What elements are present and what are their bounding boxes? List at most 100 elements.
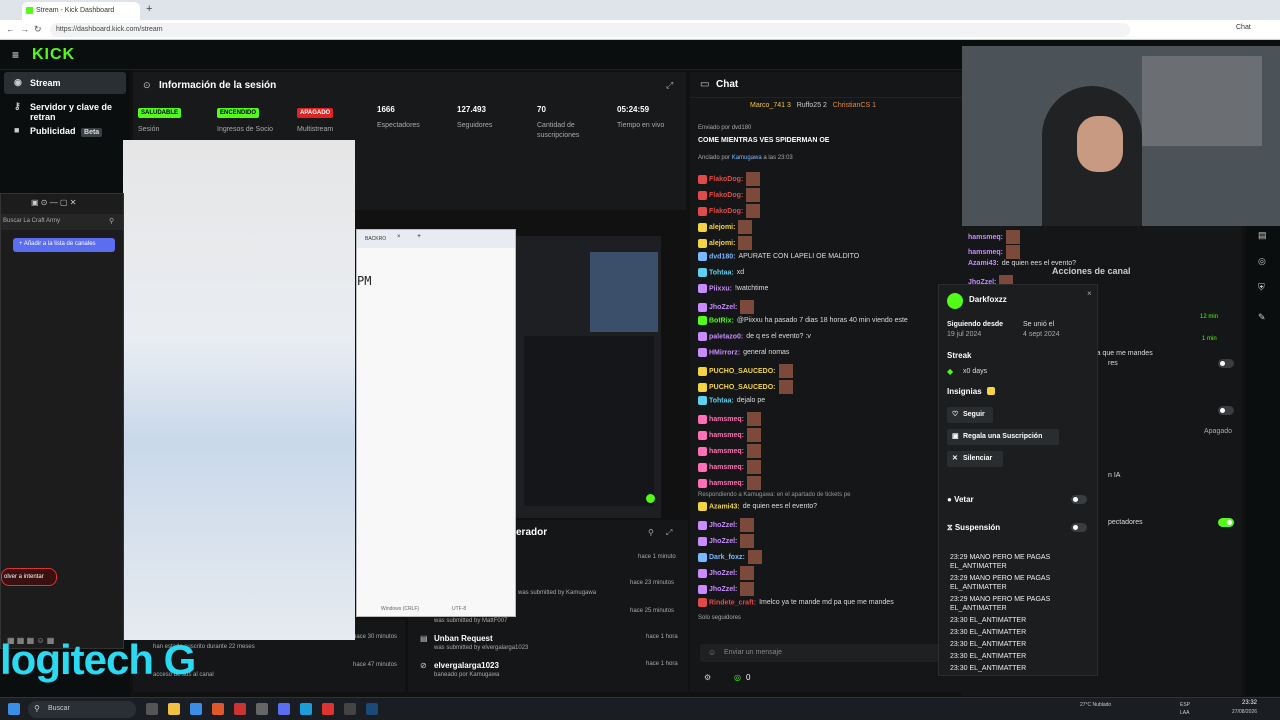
gifter-1[interactable]: Marco_741 3 (750, 102, 791, 109)
chat-username[interactable]: JhoZzel: (709, 304, 737, 311)
gifter-3[interactable]: ChristianCS 1 (833, 102, 876, 109)
chat-username[interactable]: Piixxu: (709, 285, 732, 292)
close-icon[interactable]: × (1087, 289, 1092, 298)
steam-icon[interactable] (366, 703, 378, 715)
channel-search-input[interactable]: Buscar La Craft Army ⚲ (1, 214, 123, 230)
veto-toggle[interactable] (1071, 495, 1087, 504)
app-icon[interactable] (234, 703, 246, 715)
filter-icon[interactable]: ⚲ (648, 528, 654, 537)
windows-start-icon[interactable] (8, 703, 20, 715)
chat-username[interactable]: hamsmeq: (709, 432, 744, 439)
menu-icon[interactable]: ≡ (12, 48, 19, 62)
browser-chat-button[interactable]: Chat (1236, 24, 1251, 31)
chat-icon: ▭ (700, 79, 710, 90)
chat-username[interactable]: Rindete_craft: (709, 599, 756, 606)
channel-list-window: ▣ ⊙ — ▢ ✕ Buscar La Craft Army ⚲ + Añadi… (0, 193, 124, 649)
app-icon[interactable] (190, 703, 202, 715)
retry-button[interactable]: olver a intentar (1, 568, 57, 586)
target-icon[interactable]: ◎ (1258, 256, 1266, 267)
follow-button[interactable]: ♡ Seguir (947, 407, 993, 423)
chat-username[interactable]: BotRix: (709, 317, 734, 324)
chat-username[interactable]: hamsmeq: (709, 464, 744, 471)
chat-username[interactable]: hamsmeq: (709, 448, 744, 455)
notepad-text[interactable]: PM (357, 274, 371, 288)
language-label[interactable]: ESP LAA (1180, 701, 1196, 717)
chat-username[interactable]: hamsmeq: (709, 480, 744, 487)
chat-username[interactable]: HMirrorz: (709, 349, 740, 356)
expand-icon[interactable]: ⤢ (666, 528, 672, 538)
suspension-toggle[interactable] (1071, 523, 1087, 532)
close-icon[interactable]: × (397, 234, 401, 240)
chat-username[interactable]: Tohtaa: (709, 397, 734, 404)
row-title: Unban Request (434, 634, 493, 643)
notepad-tab[interactable]: BACKRO (365, 236, 386, 242)
chrome-icon[interactable] (322, 703, 334, 715)
logitech-logo: logitech G (0, 636, 196, 683)
background-shelf (1142, 56, 1262, 146)
stat-session: SALUDABLE Sesión (138, 105, 216, 135)
chat-username[interactable]: dvd180: (709, 253, 735, 260)
reload-icon[interactable]: ↻ (34, 24, 42, 35)
kick-logo[interactable]: KICK (32, 46, 75, 64)
wrench-icon[interactable]: ✎ (1258, 312, 1266, 323)
sidebar-item-stream[interactable]: ◉ Stream (4, 72, 126, 94)
chat-input[interactable]: ☺ Enviar un mensaje (700, 644, 952, 662)
back-icon[interactable]: ← (6, 24, 15, 34)
chat-username[interactable]: alejomi: (709, 224, 735, 231)
new-tab-button[interactable]: + (146, 3, 152, 15)
task-view-icon[interactable] (146, 703, 158, 715)
chat-username[interactable]: JhoZzel: (709, 538, 737, 545)
chat-username[interactable]: paletazo0: (709, 333, 743, 340)
chat-username[interactable]: FlakoDog: (709, 192, 743, 199)
expand-icon[interactable]: ⤢ (666, 80, 673, 91)
chat-username[interactable]: PUCHO_SAUCEDO: (709, 384, 776, 391)
gifter-2[interactable]: Ruffo25 2 (797, 102, 827, 109)
toggle-switch[interactable] (1218, 359, 1234, 368)
chat-username[interactable]: alejomi: (709, 240, 735, 247)
settings-icon[interactable]: ⚙ (704, 673, 711, 682)
veto-label: ● Vetar (947, 495, 974, 504)
chat-icon[interactable]: ▤ (1258, 230, 1267, 241)
clock-time[interactable]: 23:32 (1242, 700, 1257, 706)
chat-username[interactable]: FlakoDog: (709, 176, 743, 183)
weather-label[interactable]: 27°C Nublado (1080, 701, 1120, 709)
chat-username[interactable]: JhoZzel: (709, 570, 737, 577)
sidebar-item-server-key[interactable]: ⚷ Servidor y clave de retran (4, 96, 126, 122)
taskbar-search[interactable]: ⚲ Buscar (28, 701, 136, 718)
brave-icon[interactable] (212, 703, 224, 715)
chat-username[interactable]: JhoZzel: (709, 586, 737, 593)
chat-username[interactable]: JhoZzel: (709, 522, 737, 529)
url-field[interactable]: https://dashboard.kick.com/stream (50, 23, 1130, 37)
chat-message: JhoZzel: (698, 300, 755, 314)
emoji-icon[interactable]: ☺ (708, 648, 716, 657)
add-channel-button[interactable]: + Añadir a la lista de canales (13, 238, 115, 252)
discord-icon[interactable] (278, 703, 290, 715)
browser-tab[interactable]: Stream - Kick Dashboard (22, 2, 140, 20)
app-icon[interactable] (256, 703, 268, 715)
pinned-user[interactable]: Kamugawa (732, 155, 762, 161)
chat-username[interactable]: Tohtaa: (709, 269, 734, 276)
shield-icon[interactable]: ⛨ (1258, 282, 1265, 293)
sidebar-item-ads[interactable]: ■ Publicidad Beta (4, 120, 126, 142)
row-time: hace 1 minuto (638, 554, 676, 560)
new-tab-icon[interactable]: + (417, 233, 421, 240)
chat-username[interactable]: hamsmeq: (709, 416, 744, 423)
row-sub: baneado por Kamugawa (434, 672, 500, 678)
emote-icon (738, 236, 753, 250)
chat-username[interactable]: Azami43: (968, 260, 999, 267)
obs-icon[interactable] (344, 703, 356, 715)
mute-button[interactable]: ✕ Silenciar (947, 451, 1003, 467)
chat-username[interactable]: PUCHO_SAUCEDO: (709, 368, 776, 375)
edge-icon[interactable] (300, 703, 312, 715)
chat-username[interactable]: hamsmeq: (968, 249, 1003, 256)
user-card-username[interactable]: Darkfoxzz (969, 295, 1007, 304)
forward-icon[interactable]: → (20, 24, 29, 34)
chat-username[interactable]: Azami43: (709, 503, 740, 510)
toggle-switch[interactable] (1218, 406, 1234, 415)
toggle-switch[interactable] (1218, 518, 1234, 527)
gift-sub-button[interactable]: ▣ Regala una Suscripción (947, 429, 1059, 445)
chat-username[interactable]: Dark_foxz: (709, 554, 745, 561)
file-explorer-icon[interactable] (168, 703, 180, 715)
chat-username[interactable]: FlakoDog: (709, 208, 743, 215)
chat-username[interactable]: hamsmeq: (968, 234, 1003, 241)
